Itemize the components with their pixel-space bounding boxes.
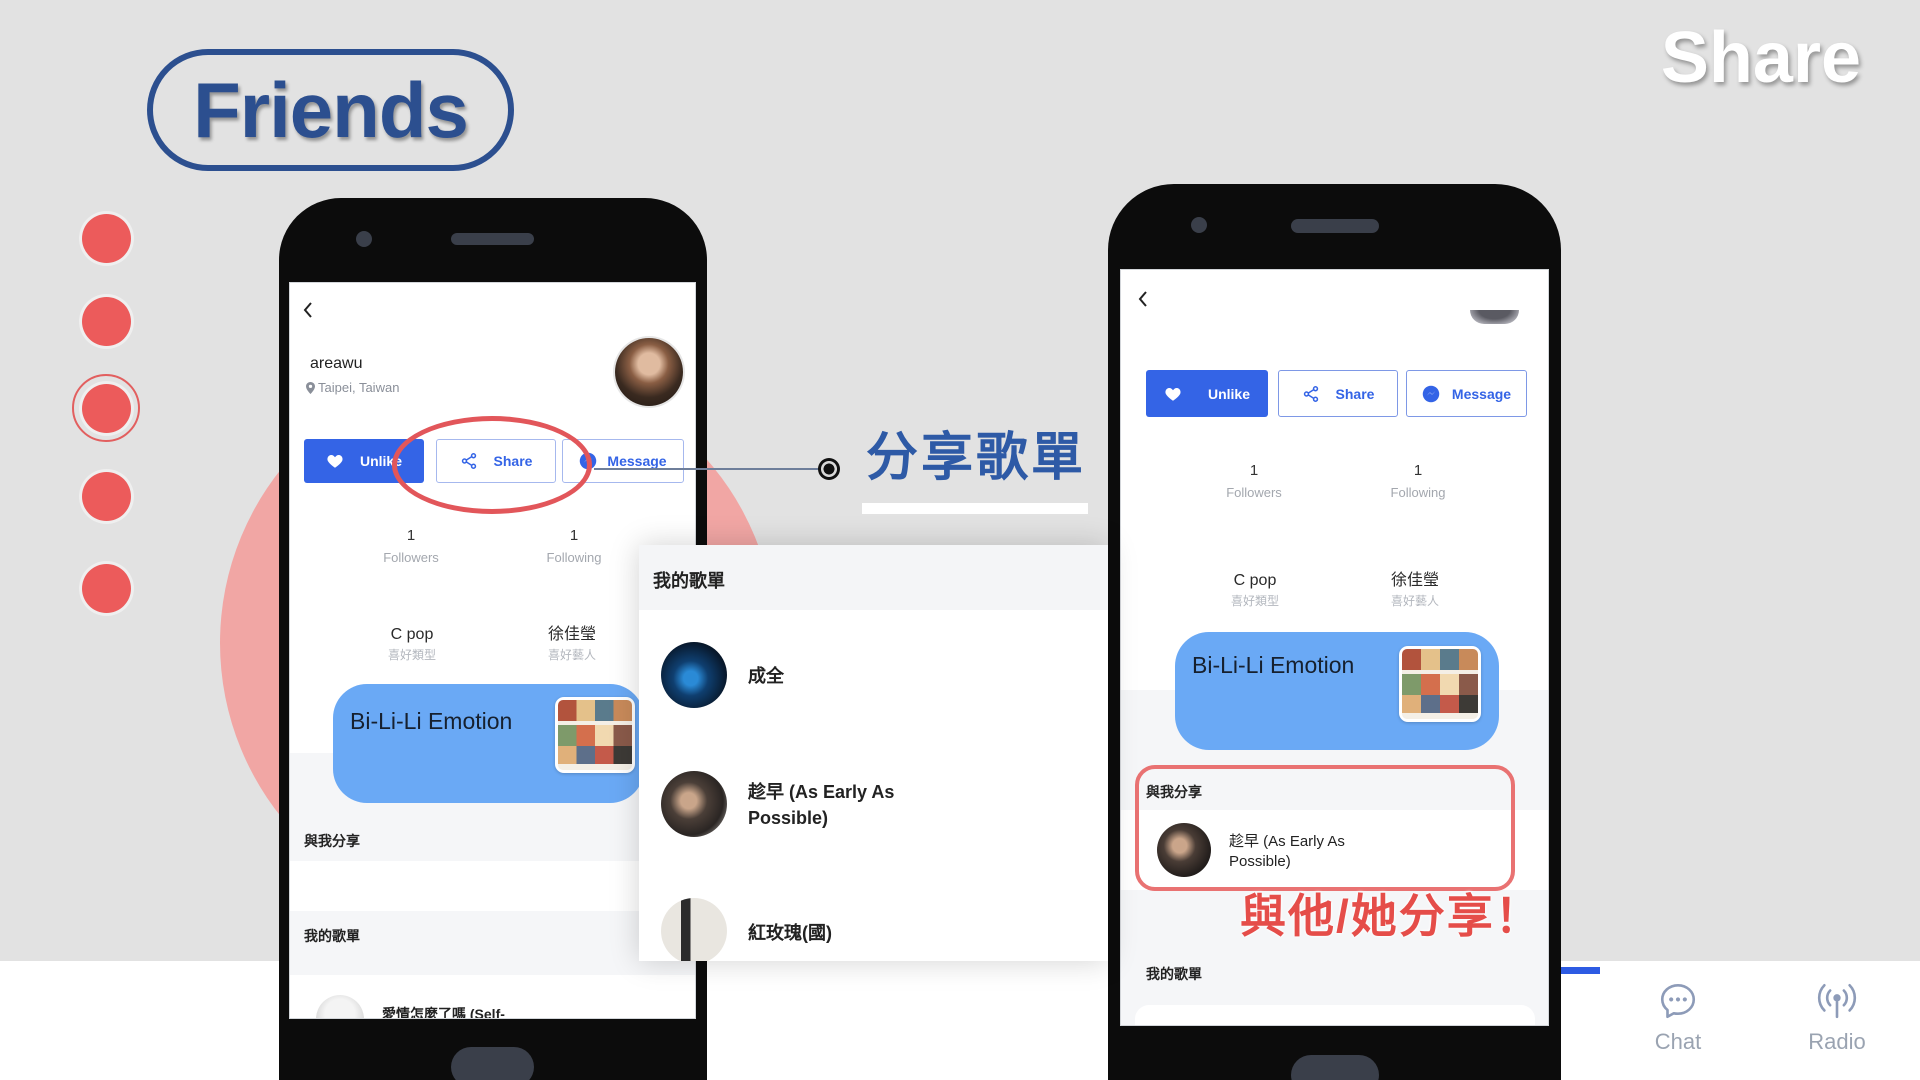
album-cover [555, 697, 635, 773]
tab-radio[interactable]: Radio [1787, 980, 1887, 1054]
front-camera [1191, 217, 1207, 233]
following-count: 1 [1413, 462, 1423, 479]
pagination-dot-active[interactable] [82, 384, 131, 433]
shared-list-empty [290, 861, 695, 911]
popup-header: 我的歌單 [639, 545, 1108, 610]
section-title-pill: Friends [147, 49, 514, 171]
right-phone: Unlike Share Message 1 Followers 1 Follo… [1108, 184, 1561, 1080]
left-phone-screen: areawu Taipei, Taiwan Unlike Share Messa… [289, 282, 696, 1019]
share-with-callout: 與他/她分享！ [1240, 890, 1543, 942]
playlist-item[interactable]: 紅玫瑰(國) [748, 920, 832, 946]
playlist-cover[interactable] [661, 898, 727, 961]
unlike-button[interactable]: Unlike [1146, 370, 1268, 417]
tab-radio-label: Radio [1808, 1029, 1866, 1054]
now-playing-card[interactable]: Bi-Li-Li Emotion [1175, 632, 1499, 750]
popup-title: 我的歌單 [653, 571, 725, 591]
following-label: Following [1390, 485, 1446, 500]
chat-icon [1660, 983, 1696, 1019]
genre-label: 喜好類型 [387, 648, 436, 662]
favorite-artist: 徐佳瑩 喜好藝人 [512, 625, 632, 662]
favorite-genre: C pop 喜好類型 [352, 625, 472, 662]
following-stat[interactable]: 1 Following [514, 527, 634, 566]
location-text: Taipei, Taiwan [318, 380, 400, 395]
playlist-cover[interactable] [661, 642, 727, 708]
section-title: Friends [193, 66, 469, 154]
home-button[interactable] [1291, 1055, 1379, 1080]
tab-chat[interactable]: Chat [1628, 980, 1728, 1054]
playlist-title: 愛情怎麼了嗎 (Self- [382, 1006, 505, 1019]
back-chevron-icon[interactable] [1137, 290, 1149, 308]
tab-chat-label: Chat [1654, 1029, 1702, 1054]
favorite-artist: 徐佳瑩 喜好藝人 [1355, 571, 1475, 608]
slide: Friends Share areawu Taipei, Taiwan Unli… [0, 0, 1920, 1080]
favorite-genre: C pop 喜好類型 [1195, 571, 1315, 608]
now-playing-card[interactable]: Bi-Li-Li Emotion [333, 684, 644, 803]
share-button[interactable]: Share [1278, 370, 1398, 417]
pagination-dot[interactable] [82, 564, 131, 613]
my-playlists-heading: 我的歌單 [1146, 966, 1202, 982]
genre-value: C pop [1233, 572, 1277, 589]
tab-indicator [1561, 967, 1600, 974]
callout-connector-dot [818, 458, 840, 480]
genre-value: C pop [390, 626, 434, 643]
now-playing-title: Bi-Li-Li Emotion [1192, 652, 1355, 678]
profile-location: Taipei, Taiwan [306, 380, 399, 395]
earpiece-speaker [1291, 219, 1379, 233]
playlist-cover[interactable] [661, 771, 727, 837]
my-playlists-popup: 我的歌單 成全 趁早 (As Early As Possible) 紅玫瑰(國) [639, 545, 1108, 961]
message-button[interactable]: Message [1406, 370, 1527, 417]
playlist-card[interactable] [1135, 1005, 1535, 1025]
now-playing-title: Bi-Li-Li Emotion [350, 708, 513, 734]
playlist-item[interactable]: 成全 [748, 663, 784, 689]
followers-count: 1 [406, 527, 416, 544]
messenger-icon [1422, 385, 1440, 402]
location-pin-icon [306, 381, 315, 394]
followers-label: Followers [383, 550, 439, 565]
avatar[interactable] [1470, 310, 1519, 324]
share-highlight-ellipse [392, 416, 592, 514]
unlike-label: Unlike [1207, 385, 1250, 402]
genre-label: 喜好類型 [1230, 594, 1279, 608]
avatar[interactable] [615, 338, 683, 406]
following-label: Following [546, 550, 602, 565]
artist-label: 喜好藝人 [1390, 594, 1439, 608]
radio-icon [1817, 983, 1857, 1019]
share-label: Share [1335, 385, 1375, 402]
pagination-dot[interactable] [82, 472, 131, 521]
album-cover [1399, 646, 1481, 722]
followers-label: Followers [1226, 485, 1282, 500]
following-count: 1 [569, 527, 579, 544]
followers-stat[interactable]: 1 Followers [351, 527, 471, 566]
callout-underline [862, 503, 1088, 514]
playlist-item[interactable]: 趁早 (As Early As Possible) [748, 779, 923, 831]
home-button[interactable] [451, 1047, 534, 1080]
pagination-dot[interactable] [82, 214, 131, 263]
artist-label: 喜好藝人 [547, 648, 596, 662]
artist-value: 徐佳瑩 [547, 626, 596, 643]
profile-panel [1121, 270, 1548, 690]
pagination-dot[interactable] [82, 297, 131, 346]
artist-value: 徐佳瑩 [1390, 572, 1439, 589]
highlight-frame [1135, 765, 1515, 891]
heart-icon [1165, 387, 1181, 401]
share-playlist-callout: 分享歌單 [866, 429, 1087, 487]
profile-name: areawu [310, 355, 363, 372]
my-playlists-heading: 我的歌單 [304, 928, 360, 944]
earpiece-speaker [451, 233, 534, 245]
front-camera [356, 231, 372, 247]
following-stat[interactable]: 1 Following [1358, 462, 1478, 501]
message-label: Message [1451, 385, 1512, 402]
shared-with-me-heading: 與我分享 [304, 833, 360, 849]
share-icon [1303, 385, 1318, 402]
back-chevron-icon[interactable] [302, 301, 314, 319]
callout-connector-line [594, 468, 820, 470]
heart-icon [327, 455, 343, 468]
corner-title: Share [1660, 18, 1861, 98]
followers-count: 1 [1249, 462, 1259, 479]
message-label: Message [607, 453, 667, 469]
followers-stat[interactable]: 1 Followers [1194, 462, 1314, 501]
